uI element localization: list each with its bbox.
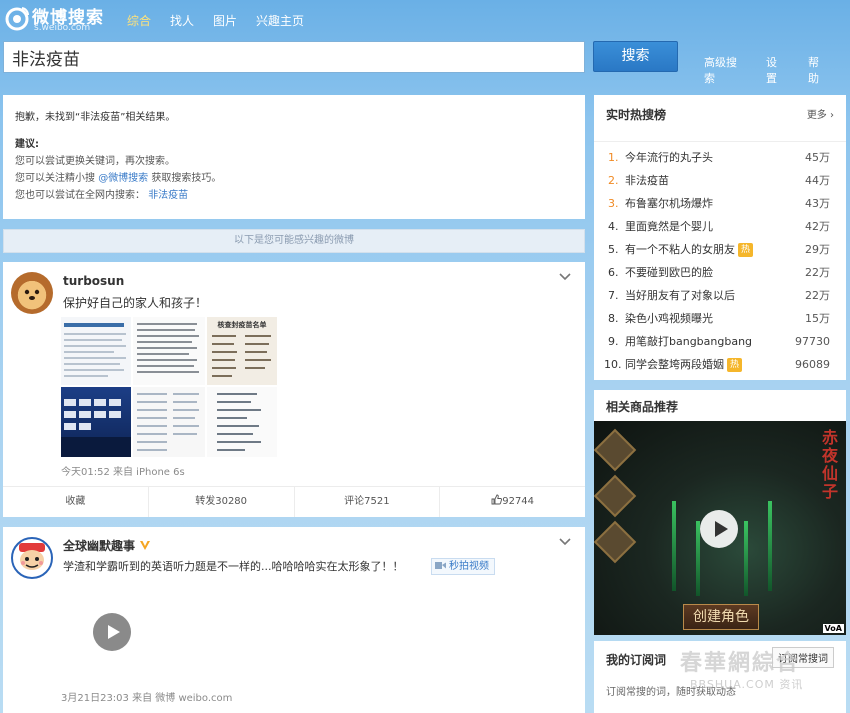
comment-button[interactable]: 评论7521 — [293, 487, 440, 517]
search-type-tabs: 综合 找人 图片 兴趣主页 — [127, 12, 323, 29]
help-link[interactable]: 帮助 — [808, 54, 828, 86]
hot-search-item[interactable]: 9. 用笔敲打bangbangbang 97730 — [594, 330, 846, 353]
post-text: 保护好自己的家人和孩子！ — [63, 296, 208, 310]
recommend-divider: 以下是您可能感兴趣的微博 — [3, 229, 585, 253]
chevron-right-icon: › — [830, 110, 834, 121]
video-play-button[interactable] — [93, 613, 131, 651]
weibo-post: 全球幽默趣事 学渣和学霸听到的英语听力题是不一样的...哈哈哈哈实在太形象了！！… — [3, 527, 585, 713]
weibo-search-account-link[interactable]: @微博搜索 — [98, 173, 148, 184]
advanced-search-link[interactable]: 高级搜索 — [704, 54, 744, 86]
repost-button[interactable]: 转发30280 — [147, 487, 294, 517]
hot-badge: 热 — [727, 358, 742, 372]
hot-search-item[interactable]: 3. 布鲁塞尔机场爆炸 43万 — [594, 192, 846, 215]
hot-search-list: 1. 今年流行的丸子头 45万 2. 非法疫苗 44万 3. 布鲁塞尔机场爆炸 43万 4.… — [594, 141, 846, 376]
post-image-3[interactable]: 核查封疫苗名单 — [207, 317, 277, 385]
hot-search-item[interactable]: 8. 染色小鸡视频曝光 15万 — [594, 307, 846, 330]
watermark: 春華網綜合 — [680, 650, 801, 676]
hot-search-item[interactable]: 7. 当好朋友有了对象以后 22万 — [594, 284, 846, 307]
post-username[interactable]: 全球幽默趣事 — [63, 537, 151, 554]
post-image-1[interactable] — [61, 317, 131, 385]
top-links: 高级搜索 设置 帮助 — [704, 54, 850, 86]
tab-comprehensive[interactable]: 综合 — [127, 12, 151, 29]
thumbs-up-icon — [491, 494, 503, 505]
play-icon — [715, 521, 728, 537]
post-image-5[interactable] — [133, 387, 205, 457]
post-username[interactable]: turbosun — [63, 274, 124, 288]
goods-title: 相关商品推荐 — [606, 400, 679, 414]
web-search-link[interactable]: 非法疫苗 — [148, 190, 188, 201]
hot-search-item[interactable]: 4. 里面竟然是个婴儿 42万 — [594, 215, 846, 238]
image-heading: 核查封疫苗名单 — [217, 321, 267, 329]
suggestion-1: 您可以尝试更换关键词，再次搜索。 — [15, 156, 175, 167]
video-tag[interactable]: 秒拍视频 — [431, 558, 495, 575]
like-count: 92744 — [502, 496, 535, 507]
game-title: 赤夜仙子 — [822, 428, 839, 501]
search-button[interactable]: 搜索 — [593, 41, 678, 72]
hot-search-item[interactable]: 1. 今年流行的丸子头 45万 — [594, 146, 846, 169]
hot-search-item[interactable]: 6. 不要碰到欧巴的脸 22万 — [594, 261, 846, 284]
hot-search-panel: 实时热搜榜 更多 › 1. 今年流行的丸子头 45万 2. 非法疫苗 44万 3. 布鲁塞… — [594, 95, 846, 380]
hot-search-item[interactable]: 5. 有一个不粘人的女朋友热 29万 — [594, 238, 846, 261]
weibo-search-logo[interactable]: 微博搜索 s.weibo.com — [4, 3, 122, 35]
suggestion-3: 您也可以尝试在全网内搜索： 非法疫苗 — [15, 190, 189, 201]
no-result-message: 抱歉，未找到“非法疫苗”相关结果。 — [15, 112, 176, 123]
game-ad-video[interactable]: 赤夜仙子 创建角色 VoA — [594, 421, 846, 635]
tab-interest-pages[interactable]: 兴趣主页 — [256, 12, 304, 29]
hero-portrait-icon — [594, 428, 637, 472]
query-text: 非法疫苗 — [80, 112, 121, 123]
video-play-button[interactable] — [700, 510, 738, 548]
search-input[interactable] — [4, 42, 584, 72]
weibo-logo-icon — [5, 7, 30, 31]
more-link[interactable]: 更多 › — [807, 106, 834, 121]
chevron-down-icon[interactable] — [559, 270, 571, 282]
hero-portrait-icon — [594, 474, 637, 518]
tab-pictures[interactable]: 图片 — [213, 12, 237, 29]
post-meta: 3月21日23:03 来自 微博 weibo.com — [61, 693, 233, 704]
favorite-button[interactable]: 收藏 — [3, 487, 148, 517]
chevron-down-icon[interactable] — [559, 535, 571, 547]
hot-search-item[interactable]: 10. 同学会整垮两段婚姻热 96089 — [594, 353, 846, 376]
post-text: 学渣和学霸听到的英语听力题是不一样的...哈哈哈哈实在太形象了！！ — [63, 560, 404, 573]
create-character-button[interactable]: 创建角色 — [683, 604, 759, 630]
hot-search-title: 实时热搜榜 — [606, 108, 667, 122]
watermark-sub: BBSHUA.COM 资讯 — [690, 678, 804, 691]
suggestion-2: 您可以关注精小搜 @微博搜索 获取搜索技巧。 — [15, 173, 222, 184]
no-result-notice: 抱歉，未找到“非法疫苗”相关结果。 建议: 您可以尝试更换关键词，再次搜索。 您… — [3, 95, 585, 219]
post-meta: 今天01:52 来自 iPhone 6s — [61, 467, 185, 478]
avatar[interactable] — [11, 537, 53, 579]
play-icon — [108, 625, 120, 639]
logo-url: s.weibo.com — [34, 23, 91, 33]
subscription-title: 我的订阅词 — [606, 653, 667, 667]
search-box — [3, 41, 585, 73]
tab-people[interactable]: 找人 — [170, 12, 194, 29]
dog-avatar-icon — [24, 289, 40, 300]
post-image-4[interactable] — [61, 387, 131, 457]
settings-link[interactable]: 设置 — [766, 54, 786, 86]
post-image-6[interactable] — [207, 387, 277, 457]
voa-logo: VoA — [822, 624, 844, 633]
verified-v-icon — [140, 541, 151, 550]
hot-badge: 热 — [738, 243, 753, 257]
video-camera-icon — [435, 562, 446, 569]
suggestion-title: 建议: — [15, 139, 39, 150]
post-actions: 收藏 转发30280 评论7521 92744 — [3, 486, 585, 517]
like-button[interactable]: 92744 — [439, 487, 585, 517]
hot-search-item[interactable]: 2. 非法疫苗 44万 — [594, 169, 846, 192]
weibo-post: turbosun 保护好自己的家人和孩子！ 核查封疫苗名单 今天01:52 来自… — [3, 262, 585, 517]
hero-portrait-icon — [594, 520, 637, 564]
recommended-goods-panel: 相关商品推荐 赤夜仙子 创建角色 VoA — [594, 390, 846, 635]
post-image-2[interactable] — [133, 317, 205, 385]
avatar[interactable] — [11, 272, 53, 314]
cartoon-avatar-icon — [19, 543, 45, 570]
